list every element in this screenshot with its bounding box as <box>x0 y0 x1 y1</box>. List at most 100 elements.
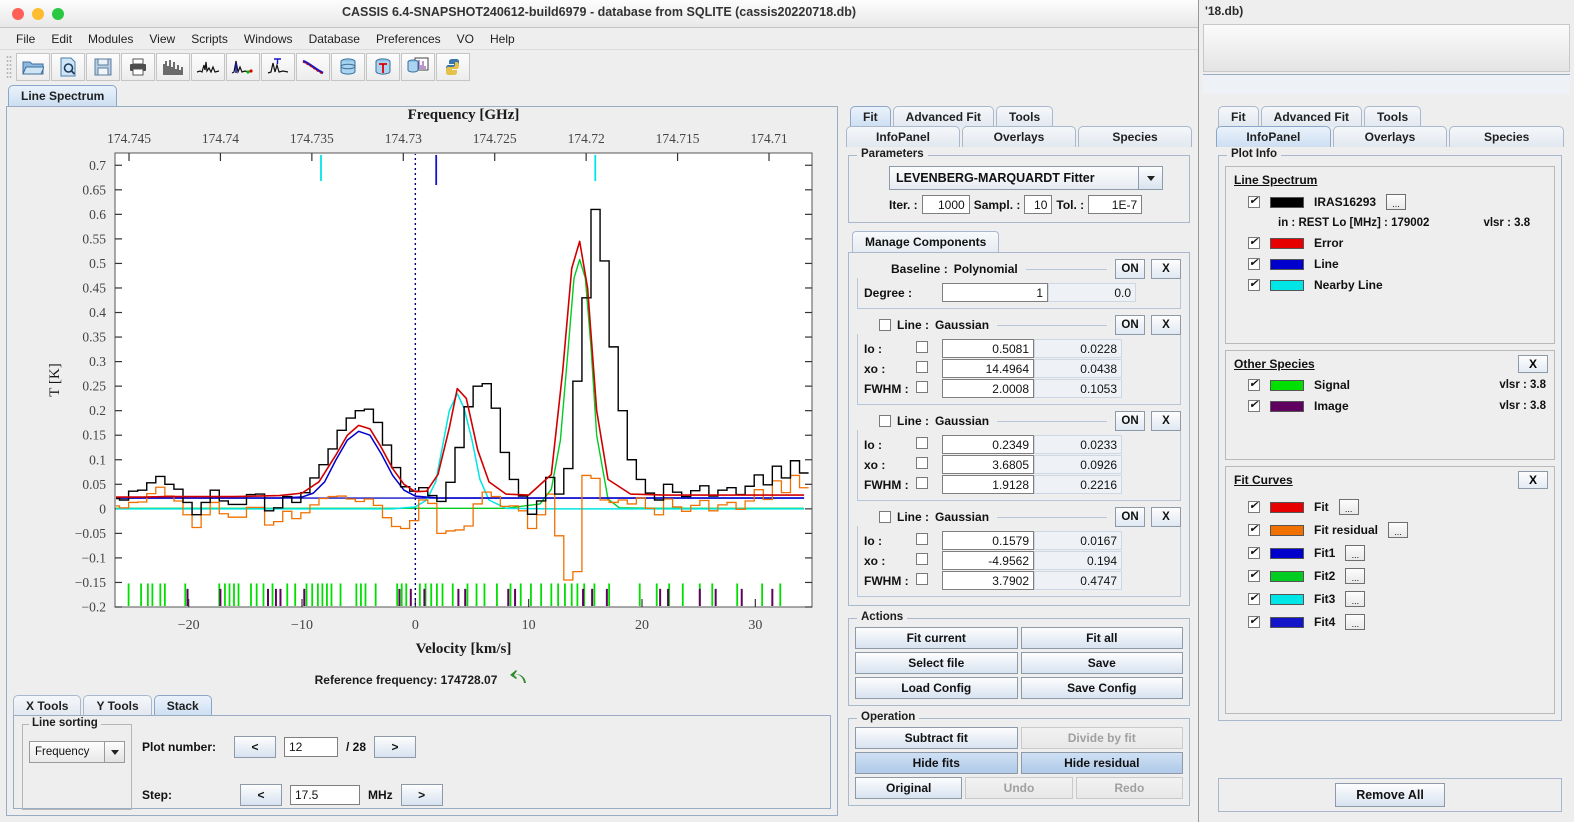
continuum-fit-icon[interactable] <box>296 53 330 81</box>
tab-line-spectrum[interactable]: Line Spectrum <box>8 85 118 106</box>
chevron-down-icon[interactable] <box>104 742 124 762</box>
degree-input[interactable]: 1 <box>942 283 1048 302</box>
sampl-input[interactable]: 10 <box>1024 195 1053 214</box>
tab-stack[interactable]: Stack <box>153 695 212 716</box>
gaussian-2-xo-input[interactable]: 3.6805 <box>942 455 1034 474</box>
error-checkbox[interactable] <box>1248 235 1260 249</box>
gaussian-2-on-button[interactable]: ON <box>1115 411 1145 431</box>
gaussian-2-remove-button[interactable]: X <box>1151 411 1181 431</box>
remove-all-button[interactable]: Remove All <box>1335 783 1445 807</box>
save-button[interactable]: Save <box>1020 652 1183 674</box>
database-spectrum-icon[interactable] <box>401 53 435 81</box>
fit-curves-remove-button[interactable]: X <box>1518 471 1548 489</box>
database-icon[interactable] <box>331 53 365 81</box>
fit-residual-options-button[interactable]: ... <box>1388 522 1409 538</box>
other-species-remove-button[interactable]: X <box>1518 355 1548 373</box>
tab-infopanel[interactable]: InfoPanel <box>846 126 960 147</box>
original-button[interactable]: Original <box>855 777 963 799</box>
hide-fits-button[interactable]: Hide fits <box>855 752 1018 774</box>
gaussian-1-xo-input[interactable]: 14.4964 <box>942 359 1034 378</box>
gaussian-2-io-checkbox[interactable] <box>916 436 928 449</box>
spectrum-markers-icon[interactable] <box>226 53 260 81</box>
menu-preferences[interactable]: Preferences <box>368 30 449 48</box>
spectrum-chart[interactable]: Frequency [GHz] 174.745 174.74 174.735 174.7… <box>7 107 837 687</box>
document-search-icon[interactable] <box>51 53 85 81</box>
tab-overlays[interactable]: Overlays <box>962 126 1076 147</box>
tab-species[interactable]: Species <box>1078 126 1192 147</box>
iter-input[interactable]: 1000 <box>921 195 970 214</box>
gaussian-1-xo-checkbox[interactable] <box>916 360 928 373</box>
gaussian-3-fwhm-input[interactable]: 3.7902 <box>942 571 1034 590</box>
gaussian-2-fwhm-input[interactable]: 1.9128 <box>942 475 1034 494</box>
gaussian-3-on-button[interactable]: ON <box>1115 507 1145 527</box>
fit-options-button[interactable]: ... <box>1338 499 1359 515</box>
menu-vo[interactable]: VO <box>449 30 482 48</box>
tab-tools[interactable]: Tools <box>996 106 1054 127</box>
tab-fit-right[interactable]: Fit <box>1218 106 1259 127</box>
menu-help[interactable]: Help <box>482 30 523 48</box>
iras16293-options-button[interactable]: ... <box>1386 194 1407 210</box>
menu-edit[interactable]: Edit <box>43 30 80 48</box>
tab-x-tools[interactable]: X Tools <box>13 695 82 716</box>
menu-file[interactable]: File <box>8 30 43 48</box>
gaussian-1-fwhm-input[interactable]: 2.0008 <box>942 379 1034 398</box>
gaussian-2-checkbox[interactable] <box>879 415 891 427</box>
tab-advanced-fit-right[interactable]: Advanced Fit <box>1260 106 1363 127</box>
line-list-icon[interactable] <box>156 53 190 81</box>
gaussian-3-io-checkbox[interactable] <box>916 532 928 545</box>
spectrum-noise-icon[interactable] <box>191 53 225 81</box>
hide-residual-button[interactable]: Hide residual <box>1020 752 1183 774</box>
fitter-select[interactable]: LEVENBERG-MARQUARDT Fitter <box>889 166 1163 190</box>
fit-current-button[interactable]: Fit current <box>855 627 1018 649</box>
gaussian-1-on-button[interactable]: ON <box>1115 315 1145 335</box>
spectrum-tag-icon[interactable] <box>261 53 295 81</box>
tab-overlays-right[interactable]: Overlays <box>1332 126 1448 147</box>
gaussian-1-checkbox[interactable] <box>879 319 891 331</box>
step-prev-button[interactable]: < <box>240 784 282 806</box>
plot-prev-button[interactable]: < <box>234 736 276 758</box>
fit2-checkbox[interactable] <box>1248 568 1260 582</box>
signal-checkbox[interactable] <box>1248 377 1260 391</box>
tab-species-right[interactable]: Species <box>1449 126 1565 147</box>
save-disk-icon[interactable] <box>86 53 120 81</box>
tol-input[interactable]: 1E-7 <box>1088 195 1143 214</box>
gaussian-3-remove-button[interactable]: X <box>1151 507 1181 527</box>
gaussian-1-fwhm-checkbox[interactable] <box>916 380 928 393</box>
select-file-button[interactable]: Select file <box>855 652 1018 674</box>
menu-view[interactable]: View <box>141 30 183 48</box>
gaussian-3-io-input[interactable]: 0.1579 <box>942 531 1034 550</box>
menu-windows[interactable]: Windows <box>236 30 301 48</box>
plot-number-input[interactable]: 12 <box>284 737 338 757</box>
save-config-button[interactable]: Save Config <box>1020 677 1183 699</box>
manage-components-tab[interactable]: Manage Components <box>852 231 1000 252</box>
fit-residual-checkbox[interactable] <box>1248 522 1260 536</box>
tab-fit[interactable]: Fit <box>850 106 891 127</box>
menu-database[interactable]: Database <box>301 30 368 48</box>
fit-all-button[interactable]: Fit all <box>1020 627 1183 649</box>
tab-y-tools[interactable]: Y Tools <box>83 695 152 716</box>
gaussian-3-xo-checkbox[interactable] <box>916 552 928 565</box>
gaussian-1-io-checkbox[interactable] <box>916 340 928 353</box>
fit1-checkbox[interactable] <box>1248 545 1260 559</box>
step-next-button[interactable]: > <box>400 784 443 806</box>
fit-checkbox[interactable] <box>1248 499 1260 513</box>
gaussian-3-fwhm-checkbox[interactable] <box>916 572 928 585</box>
baseline-remove-button[interactable]: X <box>1151 259 1181 279</box>
tab-advanced-fit[interactable]: Advanced Fit <box>892 106 995 127</box>
gaussian-3-checkbox[interactable] <box>879 511 891 523</box>
line-sorting-select[interactable]: Frequency <box>29 741 125 763</box>
step-input[interactable]: 17.5 <box>290 785 360 805</box>
baseline-on-button[interactable]: ON <box>1115 259 1145 279</box>
gaussian-3-xo-input[interactable]: -4.9562 <box>942 551 1034 570</box>
toolbar-grip[interactable] <box>6 55 12 79</box>
nearby-line-checkbox[interactable] <box>1248 277 1260 291</box>
fit4-options-button[interactable]: ... <box>1345 614 1366 630</box>
subtract-fit-button[interactable]: Subtract fit <box>855 727 1018 749</box>
database-temperature-icon[interactable] <box>366 53 400 81</box>
image-checkbox[interactable] <box>1248 398 1260 412</box>
gaussian-2-xo-checkbox[interactable] <box>916 456 928 469</box>
chevron-down-icon[interactable] <box>1138 167 1162 189</box>
menu-scripts[interactable]: Scripts <box>183 30 236 48</box>
gaussian-2-fwhm-checkbox[interactable] <box>916 476 928 489</box>
fit3-options-button[interactable]: ... <box>1345 591 1366 607</box>
